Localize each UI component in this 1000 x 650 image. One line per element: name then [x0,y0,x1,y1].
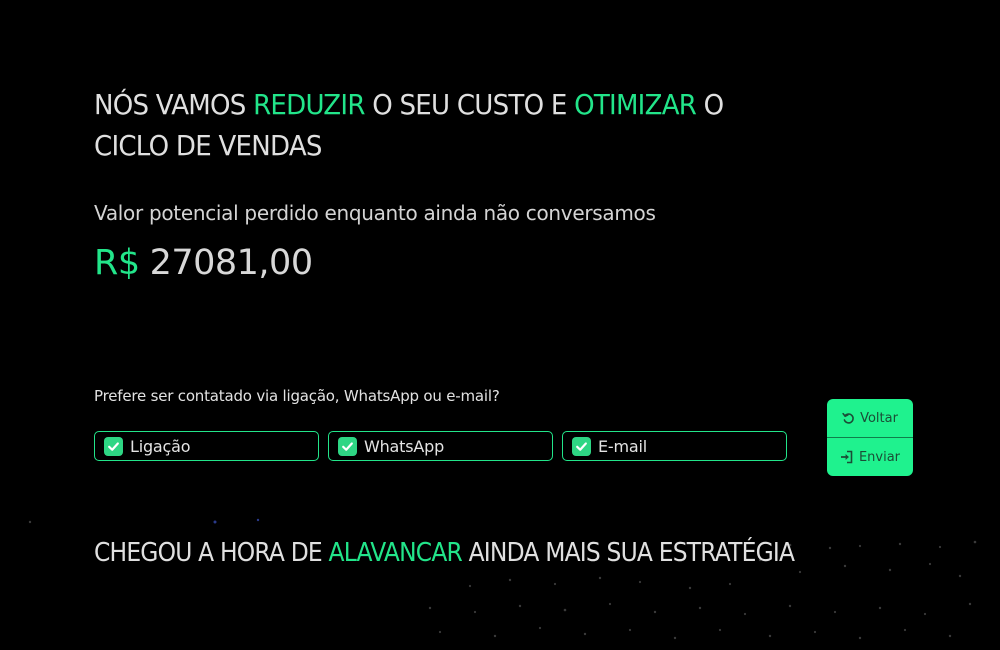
hero-title-accent-reduzir: REDUZIR [253,88,365,121]
option-label: E-mail [598,436,647,456]
option-email[interactable]: E-mail [562,431,787,461]
option-whatsapp[interactable]: WhatsApp [328,431,553,461]
hero-title-accent-otimizar: OTIMIZAR [574,88,697,121]
send-button[interactable]: Enviar [827,437,913,476]
loss-amount: R$ 27081,00 [94,240,313,286]
sign-in-icon [840,450,854,464]
hero-title-part2: O SEU CUSTO E [364,88,575,121]
send-button-label: Enviar [858,449,901,465]
option-ligacao[interactable]: Ligação [94,431,319,461]
currency-symbol: R$ [94,243,140,283]
checkbox-ligacao[interactable] [104,436,123,456]
cta-title-part1: CHEGOU A HORA DE [94,538,329,568]
undo-icon [842,412,855,425]
checkmark-icon [342,441,353,451]
action-buttons: Voltar Enviar [827,399,913,476]
checkmark-icon [576,441,587,451]
hero-title: NÓS VAMOS REDUZIR O SEU CUSTO E OTIMIZAR… [94,84,801,166]
option-label: Ligação [130,436,191,456]
cta-title-part2: AINDA MAIS SUA ESTRATÉGIA [461,538,795,568]
option-label: WhatsApp [364,436,445,456]
loss-value: 27081,00 [149,243,314,283]
back-button-label: Voltar [860,410,898,426]
back-button[interactable]: Voltar [827,399,913,437]
hero-title-part1: NÓS VAMOS [94,88,254,121]
cta-title: CHEGOU A HORA DE ALAVANCAR AINDA MAIS SU… [94,534,795,572]
cta-title-accent-alavancar: ALAVANCAR [328,538,463,568]
checkbox-whatsapp[interactable] [338,436,357,456]
checkbox-email[interactable] [572,436,591,456]
contact-question: Prefere ser contatado via ligação, Whats… [94,387,500,405]
checkmark-icon [108,441,119,451]
loss-subtitle: Valor potencial perdido enquanto ainda n… [94,201,656,225]
background-city-lights [28,518,977,640]
